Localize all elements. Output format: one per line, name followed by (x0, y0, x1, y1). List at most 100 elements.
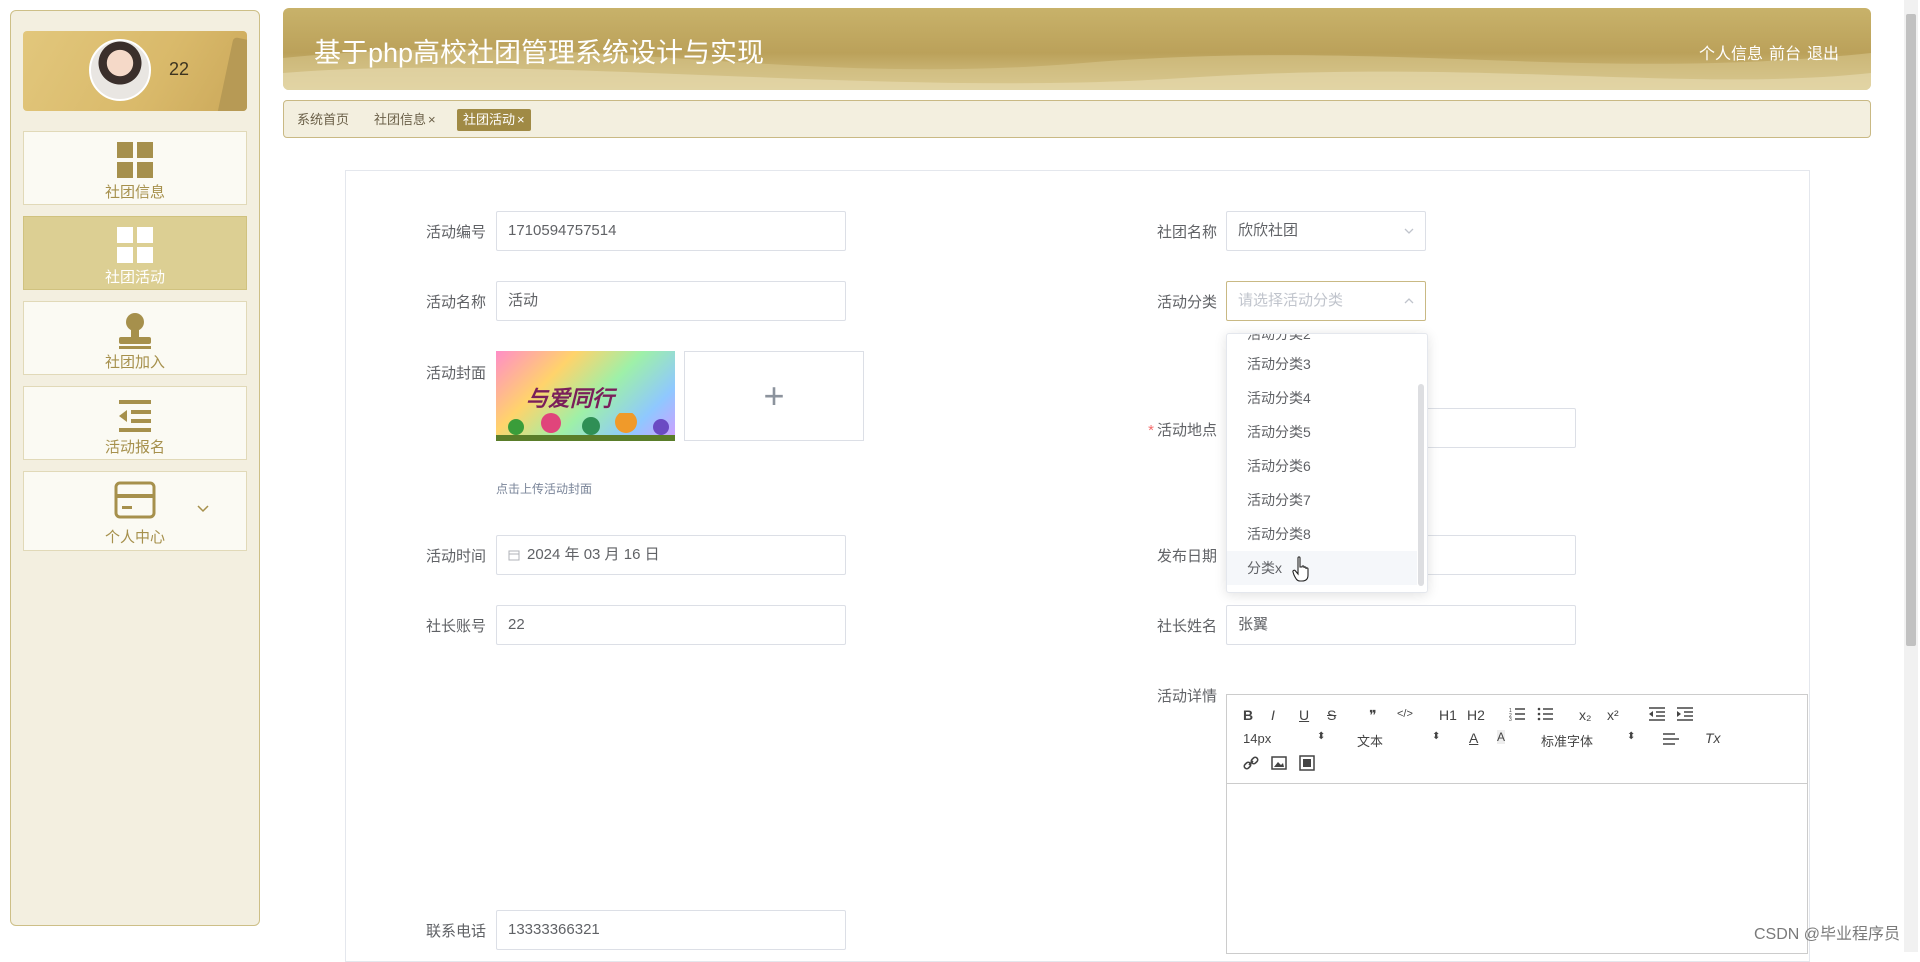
code-button[interactable]: </> (1397, 708, 1413, 720)
details-label: 活动详情 (1156, 688, 1217, 705)
location-label-text: 活动地点 (1156, 422, 1217, 439)
chevron-updown-icon: ⬍ (1317, 731, 1326, 742)
sidebar-item-club-join[interactable]: 社团加入 (23, 301, 247, 375)
italic-button[interactable]: I (1271, 707, 1275, 723)
block-type-select[interactable]: 文本 (1357, 731, 1383, 750)
category-option[interactable]: 活动分类7 (1227, 483, 1417, 517)
bullet-list-icon[interactable] (1537, 707, 1553, 721)
profile-link[interactable]: 个人信息 (1699, 46, 1763, 63)
user-card: 22 (23, 31, 247, 111)
h2-button[interactable]: H2 (1467, 707, 1485, 723)
cover-label: 活动封面 (425, 365, 486, 382)
ordered-list-icon[interactable]: 123 (1509, 707, 1525, 721)
align-icon[interactable] (1663, 733, 1679, 745)
chevron-updown-icon: ⬍ (1432, 731, 1441, 742)
dropdown-scrollbar[interactable] (1418, 384, 1424, 586)
sidebar-item-activity-signup[interactable]: 活动报名 (23, 386, 247, 460)
publish-date-label: 发布日期 (1156, 548, 1217, 565)
hand-cursor-icon (1292, 556, 1309, 582)
phone-input[interactable]: 13333366321 (496, 910, 846, 950)
cover-trees-decoration (496, 413, 675, 441)
calendar-icon (508, 550, 520, 561)
sidebar: 22 社团信息 社团活动 社团加入 活动报名 个人中心 (10, 10, 260, 926)
logout-link[interactable]: 退出 (1807, 46, 1839, 63)
subscript-button[interactable]: x₂ (1579, 707, 1591, 723)
club-name-value: 欣欣社团 (1238, 222, 1299, 239)
category-option[interactable]: 活动分类6 (1227, 449, 1417, 483)
blockquote-button[interactable]: ❞ (1369, 707, 1377, 724)
h1-button[interactable]: H1 (1439, 707, 1457, 723)
close-icon[interactable]: × (517, 112, 525, 127)
svg-text:3: 3 (1509, 717, 1512, 721)
sidebar-item-club-info[interactable]: 社团信息 (23, 131, 247, 205)
tab-label: 社团信息 (374, 112, 427, 127)
category-select[interactable]: 请选择活动分类 (1226, 281, 1426, 321)
sidebar-item-club-activity[interactable]: 社团活动 (23, 216, 247, 290)
link-icon[interactable] (1243, 755, 1259, 771)
video-icon[interactable] (1299, 755, 1315, 771)
page-scrollbar[interactable] (1904, 0, 1918, 952)
category-option[interactable]: 活动分类3 (1227, 347, 1417, 381)
sidebar-item-label: 社团信息 (104, 184, 165, 201)
tab-label: 系统首页 (297, 112, 350, 127)
tabs-bar: 系统首页 社团信息 × 社团活动 × (283, 100, 1871, 138)
stamp-icon (119, 313, 151, 349)
activity-time-picker[interactable]: 2024 年 03 月 16 日 (496, 535, 846, 575)
cover-image-text: 与爱同行 (526, 386, 615, 411)
avatar[interactable] (89, 39, 151, 101)
close-icon[interactable]: × (428, 112, 436, 127)
image-icon[interactable] (1271, 755, 1287, 771)
leader-account-label: 社长账号 (425, 618, 486, 635)
chevron-up-icon (1404, 298, 1414, 304)
chevron-down-icon[interactable] (196, 502, 210, 516)
activity-name-input[interactable]: 活动 (496, 281, 846, 321)
bold-button[interactable]: B (1243, 707, 1253, 723)
font-size-select[interactable]: 14px (1243, 731, 1271, 746)
sidebar-item-label: 活动报名 (104, 439, 165, 456)
underline-button[interactable]: U (1299, 707, 1309, 723)
category-option[interactable]: 活动分类5 (1227, 415, 1417, 449)
chevron-updown-icon: ⬍ (1627, 731, 1636, 742)
indent-icon[interactable] (1677, 707, 1693, 721)
rich-text-editor: B I U S ❞ </> H1 H2 123 x₂ x² 14px ⬍ 文本 … (1226, 694, 1808, 954)
sidebar-item-label: 社团活动 (104, 269, 165, 286)
font-family-select[interactable]: 标准字体 (1541, 731, 1593, 750)
strike-button[interactable]: S (1327, 707, 1336, 723)
front-link[interactable]: 前台 (1769, 46, 1801, 63)
club-name-select[interactable]: 欣欣社团 (1226, 211, 1426, 251)
activity-time-label: 活动时间 (425, 548, 486, 565)
list-indent-icon (119, 400, 151, 432)
username: 22 (169, 59, 190, 79)
category-option[interactable]: 活动分类4 (1227, 381, 1417, 415)
category-option[interactable]: 分类x (1227, 551, 1417, 585)
clear-format-button[interactable]: Tx (1705, 730, 1721, 746)
activity-name-label: 活动名称 (425, 294, 486, 311)
location-label: * 活动地点 (1117, 419, 1217, 440)
cover-image[interactable]: 与爱同行 (496, 351, 675, 441)
sidebar-item-label: 社团加入 (104, 354, 165, 371)
activity-time-value: 2024 年 03 月 16 日 (527, 546, 660, 563)
sidebar-item-label: 个人中心 (104, 529, 165, 546)
upload-hint: 点击上传活动封面 (496, 482, 593, 496)
font-color-button[interactable]: A (1469, 730, 1478, 746)
tab-club-activity[interactable]: 社团活动 × (457, 109, 531, 131)
tab-home[interactable]: 系统首页 (291, 109, 355, 131)
category-option[interactable]: 活动分类8 (1227, 517, 1417, 551)
background-color-button[interactable]: A (1497, 730, 1506, 744)
page-scrollbar-thumb[interactable] (1906, 14, 1916, 646)
activity-no-input[interactable]: 1710594757514 (496, 211, 846, 251)
upload-cover-button[interactable]: + (684, 351, 864, 441)
category-dropdown: 活动分类2 活动分类3 活动分类4 活动分类5 活动分类6 活动分类7 活动分类… (1226, 333, 1428, 593)
editor-toolbar: B I U S ❞ </> H1 H2 123 x₂ x² 14px ⬍ 文本 … (1227, 695, 1807, 784)
plus-icon: + (763, 375, 785, 416)
leader-account-input[interactable]: 22 (496, 605, 846, 645)
tab-club-info[interactable]: 社团信息 × (368, 109, 442, 131)
outdent-icon[interactable] (1649, 707, 1665, 721)
editor-content[interactable] (1227, 784, 1807, 953)
card-icon (114, 481, 156, 519)
page-title: 基于php高校社团管理系统设计与实现 (314, 38, 765, 68)
leader-name-input[interactable]: 张翼 (1226, 605, 1576, 645)
grid-icon (117, 142, 153, 178)
superscript-button[interactable]: x² (1607, 707, 1619, 723)
sidebar-item-personal-center[interactable]: 个人中心 (23, 471, 247, 551)
